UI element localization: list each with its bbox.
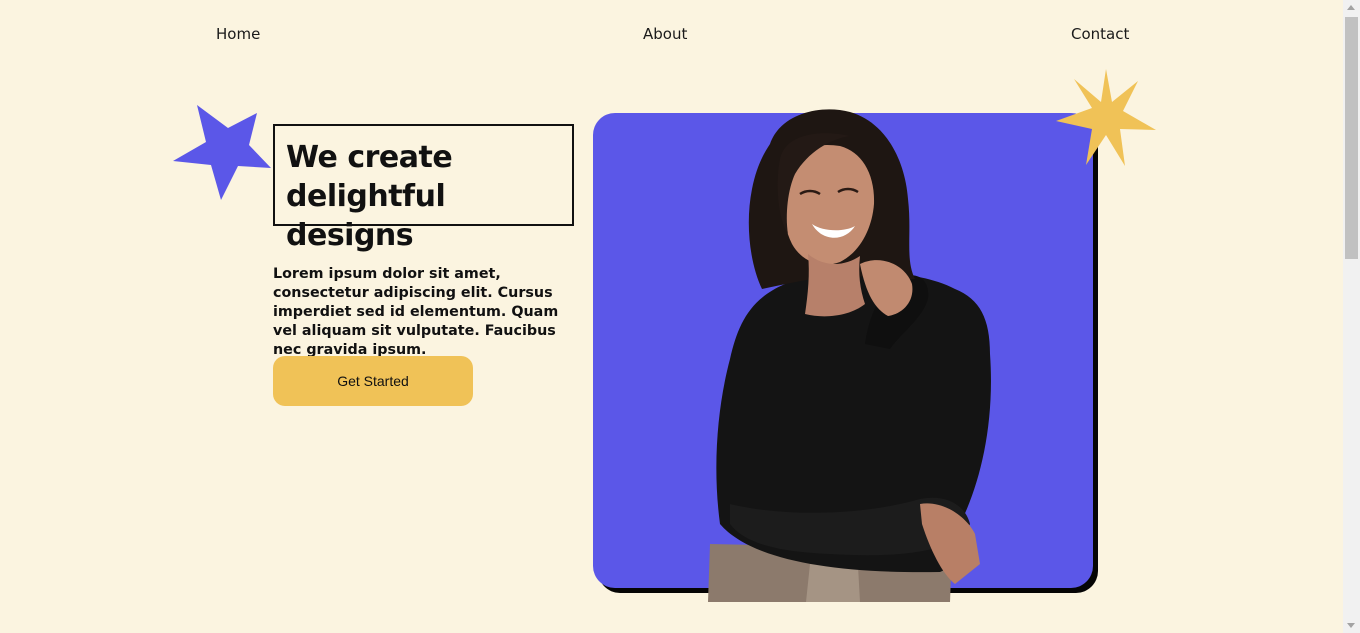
star-icon (173, 105, 271, 200)
nav-link-home[interactable]: Home (216, 25, 260, 43)
get-started-button[interactable]: Get Started (273, 356, 473, 406)
hero-photo (708, 109, 991, 602)
scrollbar[interactable] (1343, 0, 1360, 633)
scrollbar-thumb[interactable] (1345, 17, 1358, 259)
sparkle-icon (1056, 69, 1156, 166)
scroll-up-icon[interactable] (1347, 5, 1355, 10)
nav-link-about[interactable]: About (643, 25, 687, 43)
nav-link-contact[interactable]: Contact (1071, 25, 1129, 43)
hero-headline: We create delightful designs (286, 140, 453, 253)
headline-box: We create delightful designs (273, 124, 574, 253)
scroll-down-icon[interactable] (1347, 623, 1355, 628)
landing-page: Home About Contact We create delightful … (0, 0, 1343, 633)
hero-description: Lorem ipsum dolor sit amet, consectetur … (273, 266, 559, 358)
